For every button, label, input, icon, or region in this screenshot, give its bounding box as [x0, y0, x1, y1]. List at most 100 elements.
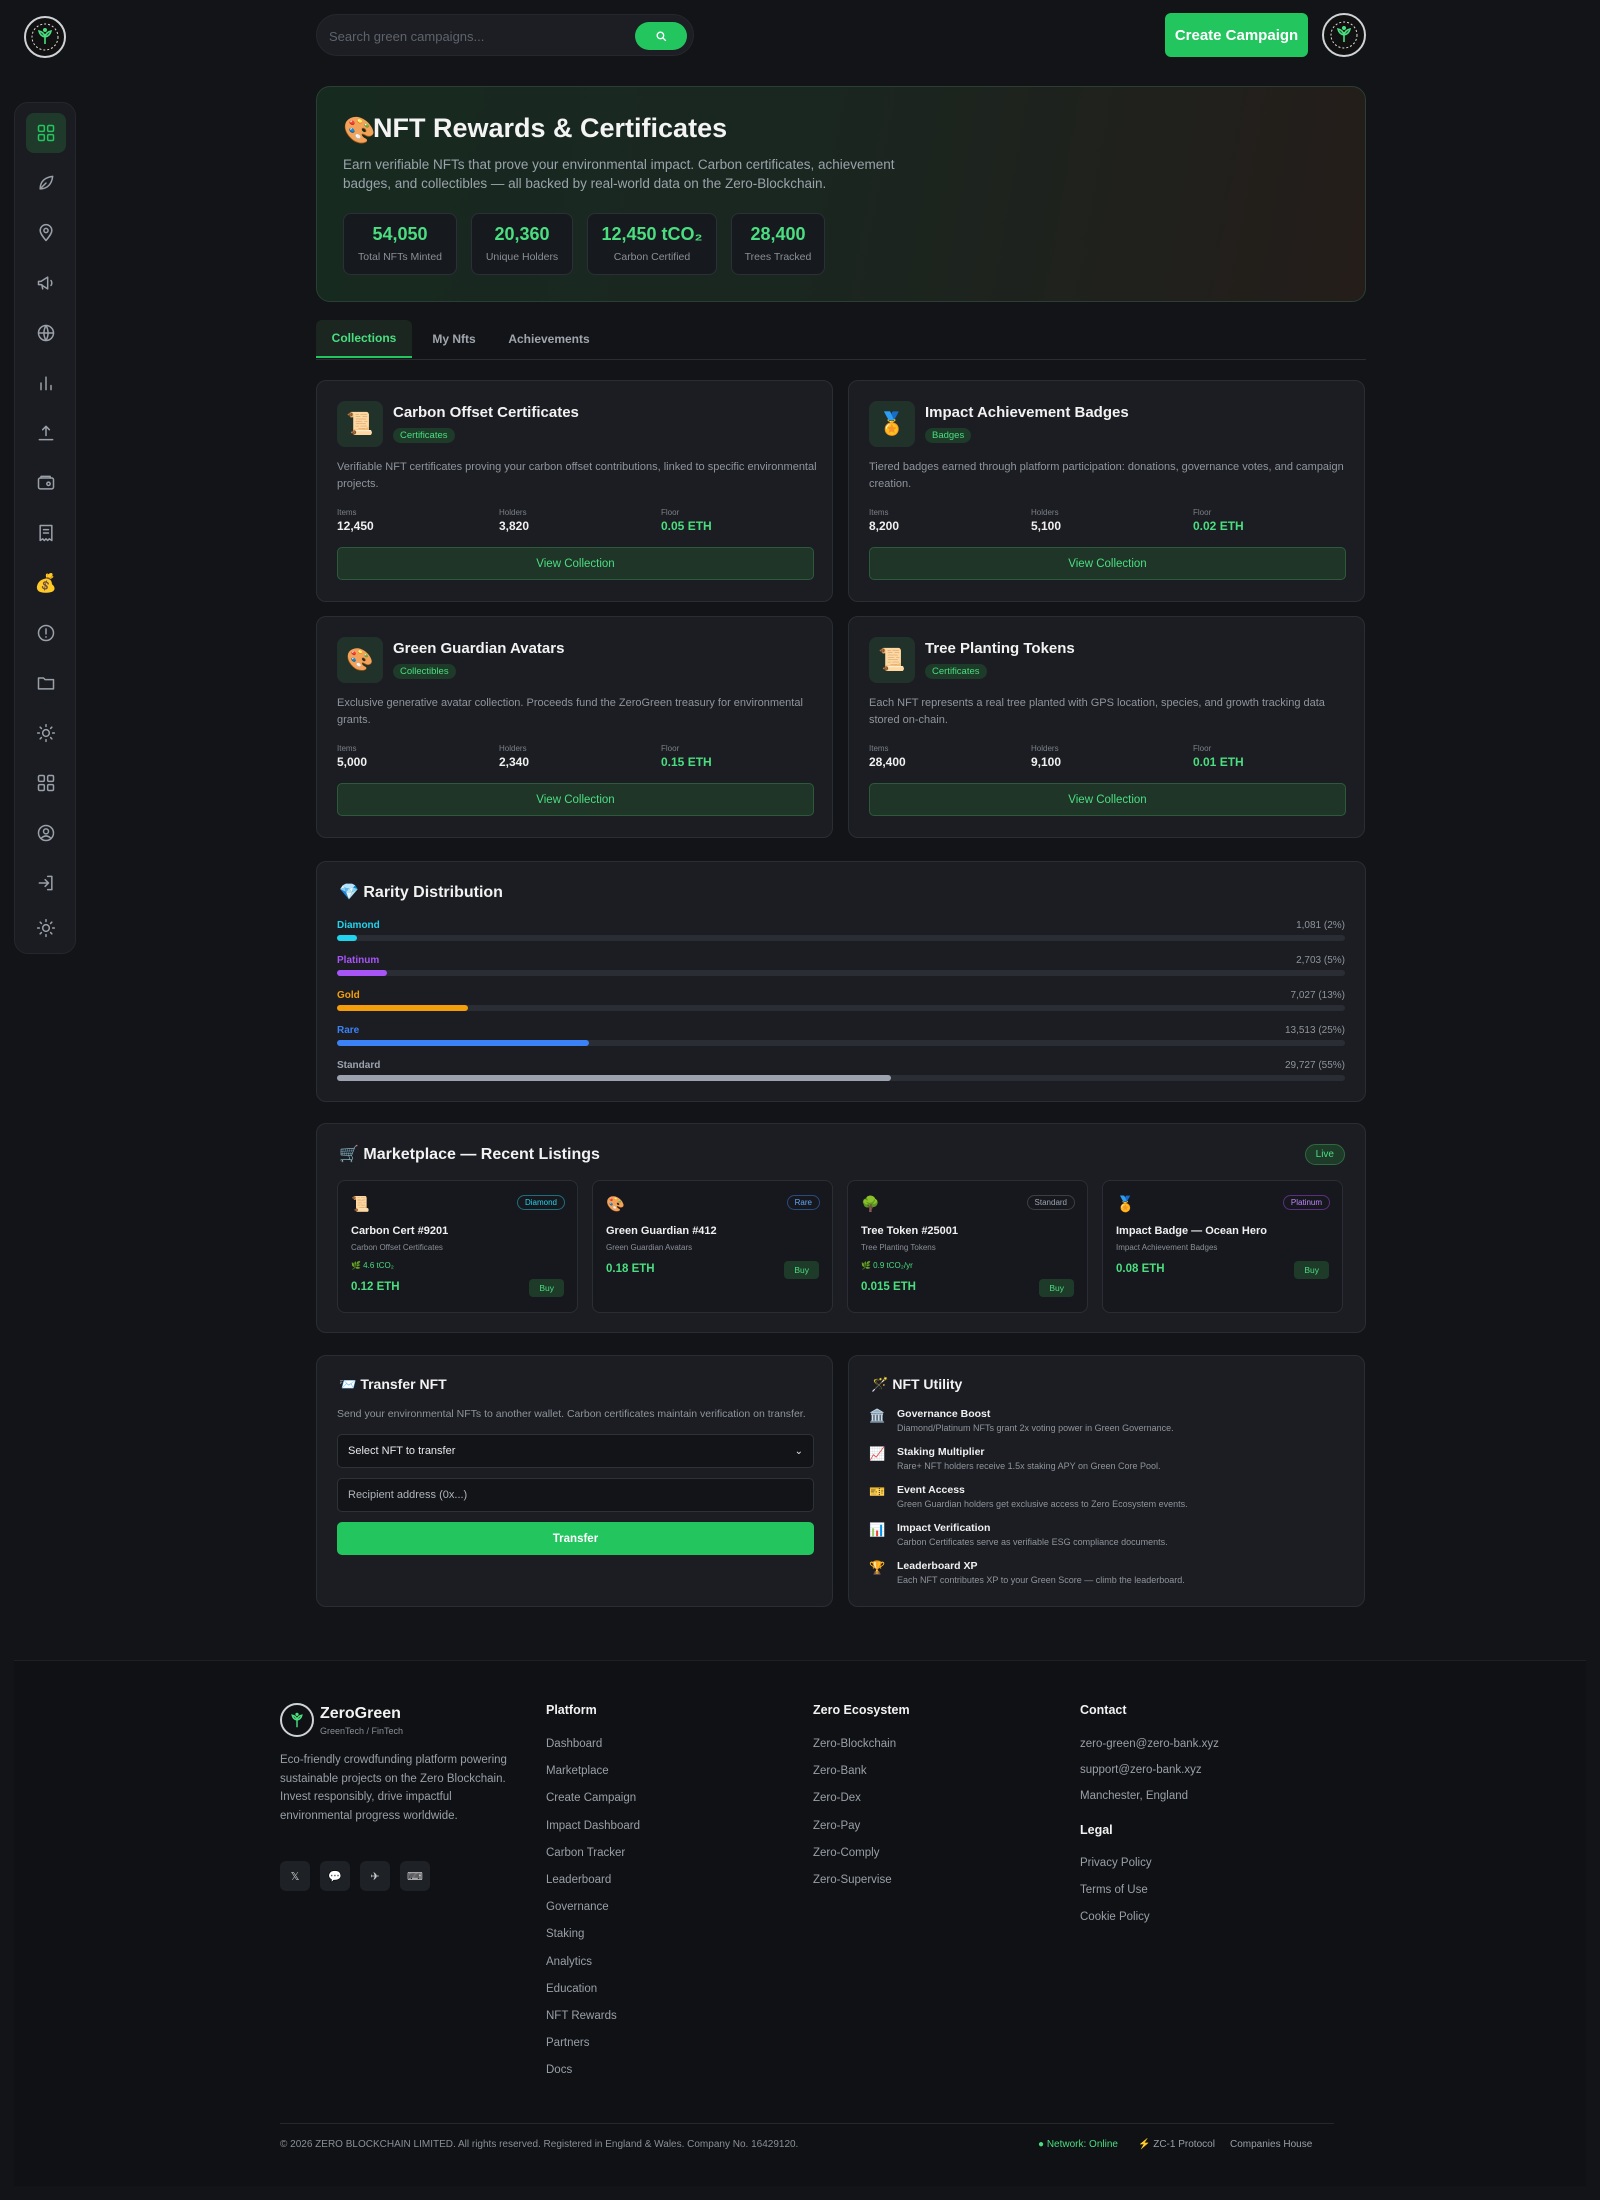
footer-link[interactable]: Governance	[546, 1901, 609, 1913]
sidebar-item-dashboard[interactable]	[26, 113, 66, 153]
footer-link[interactable]: Zero-Blockchain	[813, 1738, 896, 1750]
nft-select[interactable]: Select NFT to transfer ⌄	[337, 1434, 814, 1468]
sidebar-item-profile[interactable]	[26, 813, 66, 853]
footer-link[interactable]: Zero-Dex	[813, 1792, 861, 1804]
buy-button[interactable]: Buy	[1294, 1261, 1329, 1279]
tree-icon: 🌳	[861, 1196, 880, 1213]
tab-my-nfts[interactable]: My Nfts	[420, 320, 488, 358]
buy-button[interactable]: Buy	[529, 1279, 564, 1297]
footer-link[interactable]: Carbon Tracker	[546, 1847, 625, 1859]
footer-link[interactable]: Terms of Use	[1080, 1884, 1148, 1896]
footer-link[interactable]: support@zero-bank.xyz	[1080, 1764, 1202, 1776]
collection-stat-floor: Floor 0.01 ETH	[1193, 744, 1244, 769]
chat-social-icon[interactable]: 💬	[320, 1861, 350, 1891]
buy-button[interactable]: Buy	[1039, 1279, 1074, 1297]
sidebar-item-wallet[interactable]	[26, 463, 66, 503]
collection-description: Tiered badges earned through platform pa…	[869, 461, 1344, 490]
footer-link[interactable]: Privacy Policy	[1080, 1857, 1152, 1869]
view-collection-button[interactable]: View Collection	[337, 783, 814, 816]
listing-price: 0.08 ETH	[1116, 1263, 1165, 1275]
leaf-logo-icon	[1330, 21, 1358, 49]
telegram-social-icon[interactable]: ✈	[360, 1861, 390, 1891]
buy-button[interactable]: Buy	[784, 1261, 819, 1279]
protocol-link[interactable]: ⚡ ZC-1 Protocol	[1138, 2139, 1215, 2150]
view-collection-button[interactable]: View Collection	[869, 783, 1346, 816]
github-social-icon[interactable]: ⌨	[400, 1861, 430, 1891]
collection-title: Tree Planting Tokens	[925, 640, 1075, 657]
rarity-value: 13,513 (25%)	[1284, 1025, 1345, 1036]
x-social-icon[interactable]: 𝕏	[280, 1861, 310, 1891]
stat-label: Items	[337, 508, 357, 517]
transfer-button[interactable]: Transfer	[337, 1522, 814, 1555]
footer-link[interactable]: Docs	[546, 2064, 572, 2076]
footer-logo[interactable]	[280, 1703, 314, 1737]
sidebar-item-login[interactable]	[26, 863, 66, 903]
rarity-badge: Platinum	[1282, 1195, 1330, 1210]
search-input[interactable]	[329, 23, 629, 49]
sidebar-item-map[interactable]	[26, 213, 66, 253]
view-collection-button[interactable]: View Collection	[337, 547, 814, 580]
utility-title: Impact Verification	[897, 1522, 991, 1534]
footer-link[interactable]: Dashboard	[546, 1738, 602, 1750]
rarity-bar-track	[337, 935, 1345, 941]
transfer-description: Send your environmental NFTs to another …	[337, 1408, 806, 1420]
footer-divider	[280, 2123, 1334, 2124]
tab-collections[interactable]: Collections	[316, 320, 412, 358]
utility-title: Leaderboard XP	[897, 1560, 978, 1572]
collection-stat-holders: Holders 9,100	[1031, 744, 1061, 769]
recipient-address-input[interactable]	[337, 1478, 814, 1512]
listing-card[interactable]: 🎨 Rare Green Guardian #412 Green Guardia…	[592, 1180, 833, 1313]
footer-link[interactable]: Create Campaign	[546, 1792, 636, 1804]
stat-value: 0.01 ETH	[1193, 755, 1244, 769]
footer-link[interactable]: Leaderboard	[546, 1874, 611, 1886]
sidebar-item-campaigns[interactable]	[26, 163, 66, 203]
listing-card[interactable]: 🌳 Standard Tree Token #25001 Tree Planti…	[847, 1180, 1088, 1313]
sidebar-item-theme[interactable]	[26, 908, 66, 948]
sidebar-item-sustainability[interactable]	[26, 713, 66, 753]
stat-label: Floor	[661, 744, 680, 753]
sidebar-item-alerts[interactable]	[26, 613, 66, 653]
sidebar-item-upload[interactable]	[26, 413, 66, 453]
tab-achievements[interactable]: Achievements	[502, 320, 596, 358]
stat-label: Items	[869, 508, 889, 517]
chevron-down-icon: ⌄	[794, 1445, 803, 1457]
footer-link[interactable]: zero-green@zero-bank.xyz	[1080, 1738, 1219, 1750]
footer-link[interactable]: Zero-Pay	[813, 1820, 860, 1832]
footer-link[interactable]: Impact Dashboard	[546, 1820, 640, 1832]
stat-value: 3,820	[499, 519, 530, 533]
footer-link[interactable]: Cookie Policy	[1080, 1911, 1150, 1923]
footer-link[interactable]: Zero-Bank	[813, 1765, 867, 1777]
sidebar-item-global[interactable]	[26, 313, 66, 353]
footer-column-title: Legal	[1080, 1823, 1113, 1837]
footer-link[interactable]: Manchester, England	[1080, 1790, 1188, 1802]
stat-value: 54,050	[372, 224, 428, 244]
listing-card[interactable]: 📜 Diamond Carbon Cert #9201 Carbon Offse…	[337, 1180, 578, 1313]
co2-value: 🌿 0.9 tCO₂/yr	[861, 1261, 913, 1270]
avatar[interactable]	[1322, 13, 1366, 57]
create-campaign-button[interactable]: Create Campaign	[1165, 13, 1308, 57]
sidebar-item-files[interactable]	[26, 663, 66, 703]
footer-about: Eco-friendly crowdfunding platform power…	[280, 1754, 507, 1822]
view-collection-button[interactable]: View Collection	[869, 547, 1346, 580]
sidebar-item-store[interactable]	[26, 513, 66, 553]
search-button[interactable]	[635, 22, 687, 50]
footer-link[interactable]: Zero-Comply	[813, 1847, 879, 1859]
footer-link[interactable]: Marketplace	[546, 1765, 609, 1777]
sidebar-item-nft-rewards[interactable]: 💰	[26, 563, 66, 603]
sidebar-item-analytics[interactable]	[26, 363, 66, 403]
envelope-icon: 📨	[339, 1376, 357, 1392]
grid-icon	[37, 124, 55, 142]
companies-house-link[interactable]: Companies House	[1230, 2139, 1312, 2150]
footer-link[interactable]: Zero-Supervise	[813, 1874, 892, 1886]
logo[interactable]	[24, 16, 66, 58]
sidebar-item-announcements[interactable]	[26, 263, 66, 303]
footer-link[interactable]: Partners	[546, 2037, 589, 2049]
listing-card[interactable]: 🏅 Platinum Impact Badge — Ocean Hero Imp…	[1102, 1180, 1343, 1313]
footer-link[interactable]: Analytics	[546, 1956, 592, 1968]
footer-link[interactable]: Staking	[546, 1928, 584, 1940]
footer: ZeroGreen GreenTech / FinTech Eco-friend…	[14, 1660, 1586, 2186]
footer-link[interactable]: NFT Rewards	[546, 2010, 617, 2022]
footer-link[interactable]: Education	[546, 1983, 597, 1995]
sidebar-item-apps[interactable]	[26, 763, 66, 803]
rarity-bar-track	[337, 1005, 1345, 1011]
